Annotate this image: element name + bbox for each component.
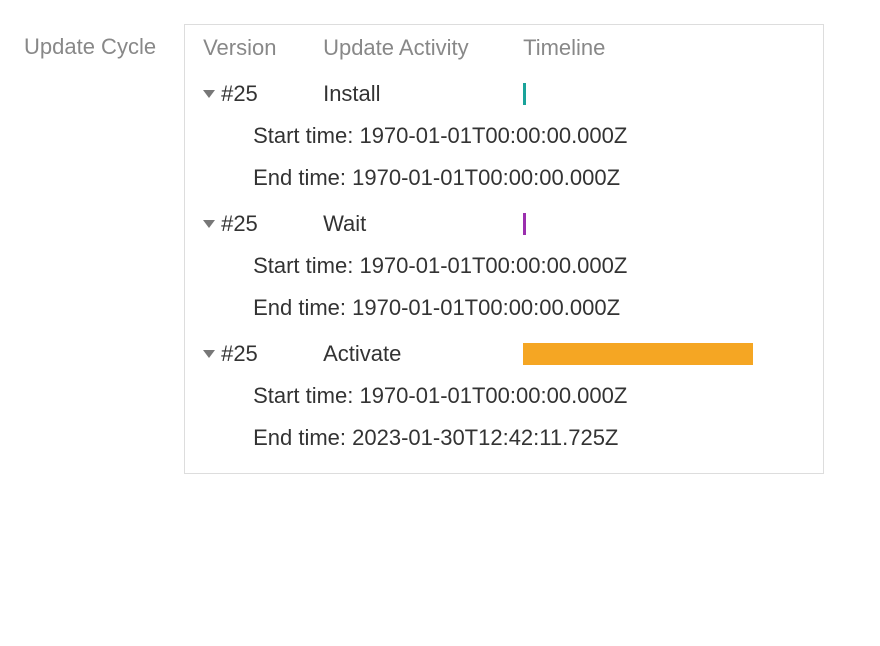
row-details: Start time: 1970-01-01T00:00:00.000Z End… bbox=[203, 383, 805, 451]
end-time-label: End time: bbox=[253, 165, 346, 190]
end-time-line: End time: 2023-01-30T12:42:11.725Z bbox=[253, 425, 805, 451]
timeline-cell bbox=[523, 342, 805, 366]
table-row[interactable]: #25 Install bbox=[203, 81, 805, 107]
section-label: Update Cycle bbox=[24, 24, 156, 60]
timeline-bar bbox=[523, 343, 753, 365]
header-version: Version bbox=[203, 35, 323, 61]
activity-cell: Wait bbox=[323, 211, 523, 237]
table-row[interactable]: #25 Wait bbox=[203, 211, 805, 237]
caret-down-icon[interactable] bbox=[203, 90, 215, 98]
start-time-value: 1970-01-01T00:00:00.000Z bbox=[359, 123, 627, 148]
start-time-label: Start time: bbox=[253, 383, 353, 408]
row-details: Start time: 1970-01-01T00:00:00.000Z End… bbox=[203, 123, 805, 191]
update-cycle-panel: Version Update Activity Timeline #25 Ins… bbox=[184, 24, 824, 474]
end-time-line: End time: 1970-01-01T00:00:00.000Z bbox=[253, 295, 805, 321]
table-row[interactable]: #25 Activate bbox=[203, 341, 805, 367]
caret-down-icon[interactable] bbox=[203, 220, 215, 228]
start-time-value: 1970-01-01T00:00:00.000Z bbox=[359, 383, 627, 408]
end-time-value: 1970-01-01T00:00:00.000Z bbox=[352, 295, 620, 320]
version-value: #25 bbox=[221, 341, 258, 367]
end-time-line: End time: 1970-01-01T00:00:00.000Z bbox=[253, 165, 805, 191]
start-time-value: 1970-01-01T00:00:00.000Z bbox=[359, 253, 627, 278]
start-time-label: Start time: bbox=[253, 123, 353, 148]
header-timeline: Timeline bbox=[523, 35, 805, 61]
table-header: Version Update Activity Timeline bbox=[203, 35, 805, 61]
version-value: #25 bbox=[221, 211, 258, 237]
start-time-label: Start time: bbox=[253, 253, 353, 278]
row-details: Start time: 1970-01-01T00:00:00.000Z End… bbox=[203, 253, 805, 321]
activity-cell: Install bbox=[323, 81, 523, 107]
header-activity: Update Activity bbox=[323, 35, 523, 61]
start-time-line: Start time: 1970-01-01T00:00:00.000Z bbox=[253, 383, 805, 409]
timeline-cell bbox=[523, 212, 805, 236]
start-time-line: Start time: 1970-01-01T00:00:00.000Z bbox=[253, 123, 805, 149]
version-cell: #25 bbox=[203, 211, 323, 237]
version-value: #25 bbox=[221, 81, 258, 107]
start-time-line: Start time: 1970-01-01T00:00:00.000Z bbox=[253, 253, 805, 279]
caret-down-icon[interactable] bbox=[203, 350, 215, 358]
end-time-label: End time: bbox=[253, 425, 346, 450]
timeline-cell bbox=[523, 82, 805, 106]
activity-cell: Activate bbox=[323, 341, 523, 367]
version-cell: #25 bbox=[203, 81, 323, 107]
timeline-bar bbox=[523, 213, 526, 235]
version-cell: #25 bbox=[203, 341, 323, 367]
end-time-label: End time: bbox=[253, 295, 346, 320]
end-time-value: 1970-01-01T00:00:00.000Z bbox=[352, 165, 620, 190]
update-cycle-section: Update Cycle Version Update Activity Tim… bbox=[24, 24, 856, 474]
end-time-value: 2023-01-30T12:42:11.725Z bbox=[352, 425, 618, 450]
timeline-bar bbox=[523, 83, 526, 105]
